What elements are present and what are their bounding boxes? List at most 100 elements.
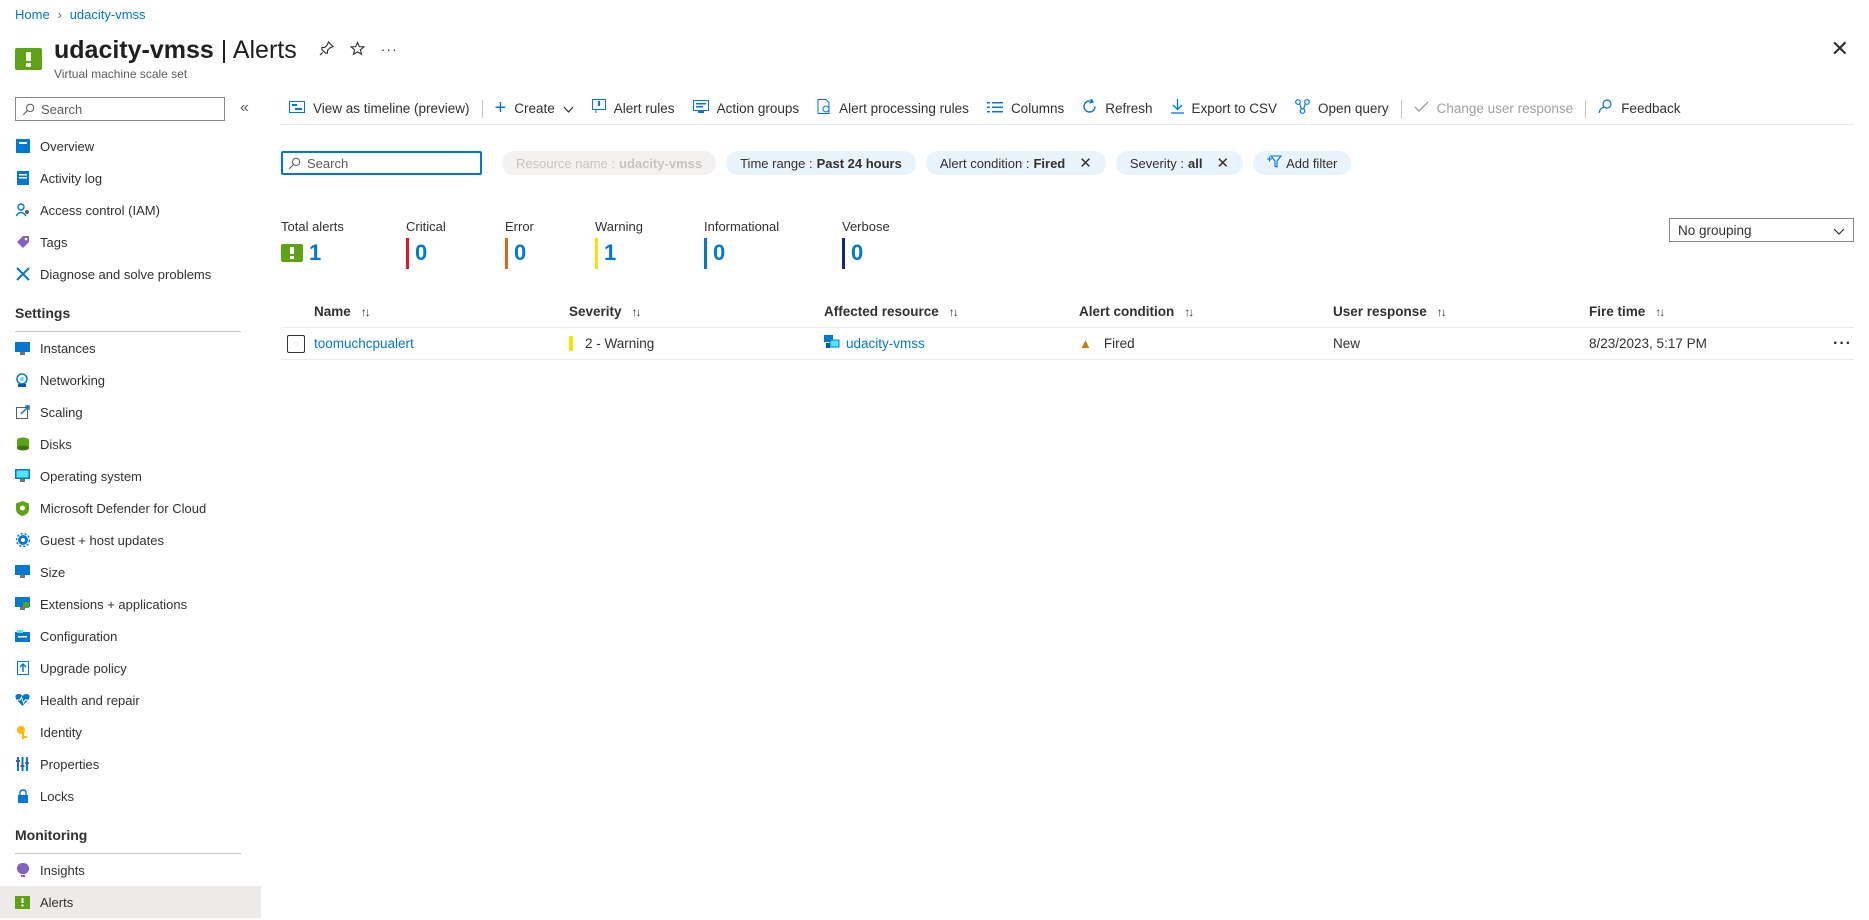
sidebar-item-alerts[interactable]: Alerts	[0, 886, 261, 918]
sidebar-item-os[interactable]: Operating system	[0, 460, 261, 492]
vmss-icon	[824, 335, 840, 352]
download-icon	[1170, 99, 1184, 118]
row-checkbox[interactable]	[287, 334, 305, 353]
sidebar-item-health-repair[interactable]: Health and repair	[0, 684, 261, 716]
alerts-search-input[interactable]: Search	[281, 151, 482, 175]
sort-icon: ↑↓	[631, 304, 642, 319]
sidebar-item-disks[interactable]: Disks	[0, 428, 261, 460]
sidebar-item-activity-log[interactable]: Activity log	[0, 162, 261, 194]
summary-verbose[interactable]: Verbose 0	[842, 219, 942, 269]
filter-resource-name: Resource name : udacity-vmss	[502, 151, 717, 175]
alerts-summary: Total alerts 1 Critical 0 Error 0 Warnin…	[281, 219, 942, 269]
breadcrumb-home[interactable]: Home	[15, 7, 50, 22]
sort-icon: ↑↓	[1436, 304, 1447, 319]
processing-rules-icon	[817, 99, 831, 118]
action-groups-button[interactable]: Action groups	[684, 94, 809, 124]
sidebar-item-updates[interactable]: Guest + host updates	[0, 524, 261, 556]
table-row[interactable]: toomuchcpualert 2 - Warning udacity-vmss…	[281, 328, 1854, 360]
columns-icon	[986, 100, 1003, 117]
add-filter-button[interactable]: Add filter	[1253, 151, 1352, 175]
sidebar-item-scaling[interactable]: Scaling	[0, 396, 261, 428]
command-bar: View as timeline (preview) + Create Aler…	[280, 93, 1854, 125]
column-header-response[interactable]: User response ↑↓	[1333, 304, 1589, 319]
remove-filter-icon[interactable]: ✕	[1079, 154, 1092, 172]
column-header-fire-time[interactable]: Fire time ↑↓	[1589, 304, 1854, 319]
sidebar-section-settings: Settings	[0, 294, 261, 332]
activity-log-icon	[15, 171, 30, 186]
alert-rules-button[interactable]: Alert rules	[583, 94, 684, 124]
pin-icon[interactable]	[319, 40, 334, 61]
sidebar-item-insights[interactable]: Insights	[0, 854, 261, 886]
table-header: Name ↑↓ Severity ↑↓ Affected resource ↑↓ Al…	[281, 296, 1854, 328]
sidebar-search-input[interactable]: Search	[15, 97, 225, 121]
alerts-table: Name ↑↓ Severity ↑↓ Affected resource ↑↓ Al…	[281, 296, 1854, 360]
sidebar-item-tags[interactable]: Tags	[0, 226, 261, 258]
refresh-icon	[1082, 98, 1097, 118]
change-user-response-button[interactable]: Change user response	[1405, 94, 1583, 124]
filter-time-range[interactable]: Time range : Past 24 hours	[726, 151, 916, 175]
timeline-icon	[289, 100, 305, 117]
search-icon	[288, 157, 301, 169]
star-icon[interactable]	[349, 41, 366, 61]
sidebar-item-instances[interactable]: Instances	[0, 332, 261, 364]
feedback-button[interactable]: Feedback	[1589, 94, 1689, 124]
filter-alert-condition[interactable]: Alert condition : Fired ✕	[925, 151, 1106, 175]
row-more-icon[interactable]: ···	[1833, 335, 1852, 353]
affected-resource-link[interactable]: udacity-vmss	[846, 336, 925, 351]
sidebar-item-networking[interactable]: Networking	[0, 364, 261, 396]
export-csv-button[interactable]: Export to CSV	[1162, 94, 1287, 124]
summary-informational[interactable]: Informational 0	[704, 219, 842, 269]
grouping-dropdown[interactable]: No grouping	[1669, 218, 1854, 242]
query-icon	[1295, 99, 1310, 118]
sidebar-item-configuration[interactable]: Configuration	[0, 620, 261, 652]
close-icon[interactable]: ✕	[1831, 38, 1849, 60]
sidebar-item-locks[interactable]: Locks	[0, 780, 261, 812]
sidebar-item-size[interactable]: Size	[0, 556, 261, 588]
shield-icon	[15, 500, 30, 516]
more-options-icon[interactable]: ···	[381, 41, 398, 61]
view-timeline-button[interactable]: View as timeline (preview)	[280, 94, 479, 124]
alert-name-link[interactable]: toomuchcpualert	[314, 336, 414, 351]
refresh-button[interactable]: Refresh	[1073, 94, 1161, 124]
sort-icon: ↑↓	[948, 304, 959, 319]
sidebar-item-properties[interactable]: Properties	[0, 748, 261, 780]
sort-icon: ↑↓	[1184, 304, 1194, 319]
sidebar-item-diagnose[interactable]: Diagnose and solve problems	[0, 258, 261, 290]
sidebar-item-iam[interactable]: Access control (IAM)	[0, 194, 261, 226]
toolbar-divider	[1585, 99, 1587, 118]
summary-warning[interactable]: Warning 1	[595, 219, 704, 269]
sidebar-search-placeholder: Search	[41, 101, 83, 117]
summary-error[interactable]: Error 0	[505, 219, 595, 269]
scaling-icon	[15, 405, 30, 420]
summary-critical[interactable]: Critical 0	[406, 219, 505, 269]
sidebar-item-upgrade-policy[interactable]: Upgrade policy	[0, 652, 261, 684]
alerts-icon	[281, 244, 303, 262]
column-header-resource[interactable]: Affected resource ↑↓	[824, 304, 1079, 319]
sidebar-item-defender[interactable]: Microsoft Defender for Cloud	[0, 492, 261, 524]
column-header-name[interactable]: Name ↑↓	[314, 304, 569, 319]
column-header-condition[interactable]: Alert condition ↑↓	[1079, 304, 1333, 319]
filter-severity[interactable]: Severity : all ✕	[1115, 151, 1244, 175]
toolbar-divider	[1400, 99, 1402, 118]
upgrade-icon	[15, 661, 30, 676]
overview-icon	[15, 139, 30, 154]
sidebar-item-overview[interactable]: Overview	[0, 130, 261, 162]
sidebar-nav: Overview Activity log Access control (IA…	[0, 130, 261, 918]
sidebar-item-extensions[interactable]: Extensions + applications	[0, 588, 261, 620]
create-button[interactable]: + Create	[486, 94, 583, 124]
open-query-button[interactable]: Open query	[1286, 94, 1398, 124]
collapse-sidebar-icon[interactable]: «	[240, 99, 249, 117]
remove-filter-icon[interactable]: ✕	[1217, 154, 1230, 172]
column-header-severity[interactable]: Severity ↑↓	[569, 304, 824, 319]
alert-processing-rules-button[interactable]: Alert processing rules	[808, 94, 978, 124]
chevron-down-icon	[1833, 223, 1845, 238]
page-subtitle: Virtual machine scale set	[54, 67, 188, 81]
page-title: udacity-vmss | Alerts	[54, 36, 297, 64]
breadcrumb: Home › udacity-vmss	[15, 7, 146, 22]
filter-bar: Search Resource name : udacity-vmss Time…	[281, 151, 1352, 175]
summary-total[interactable]: Total alerts 1	[281, 219, 406, 269]
sidebar-item-identity[interactable]: Identity	[0, 716, 261, 748]
breadcrumb-resource[interactable]: udacity-vmss	[70, 7, 146, 22]
columns-button[interactable]: Columns	[978, 94, 1073, 124]
sidebar: Search « Overview Activity log Access co…	[0, 92, 261, 920]
